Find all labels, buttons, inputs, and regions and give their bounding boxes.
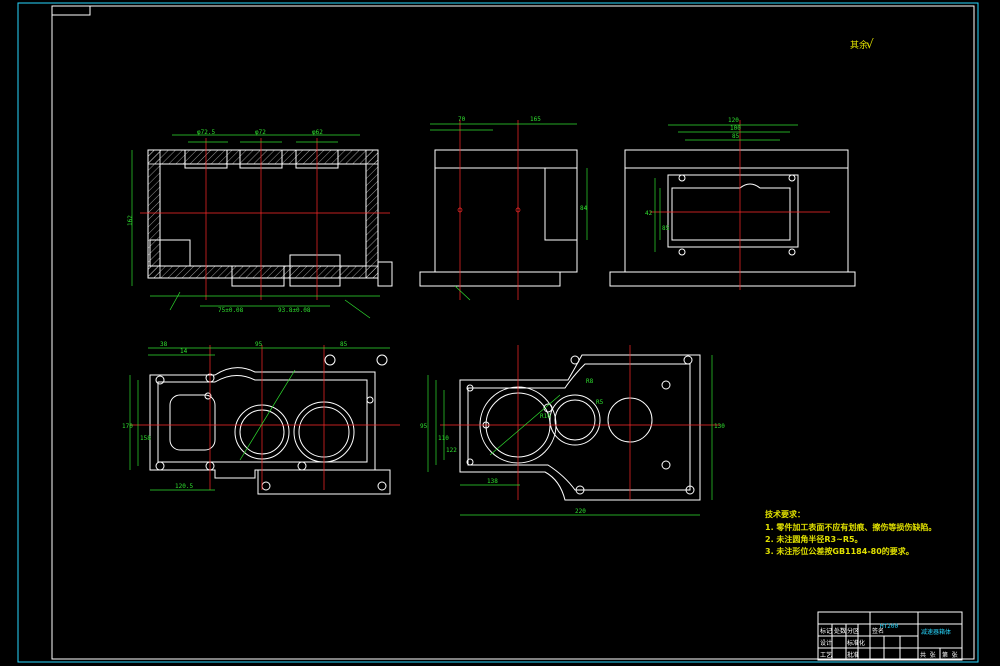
title-block-sheet-label: 第 张 xyxy=(942,651,958,659)
dim-front-bottom-2: 93.8±0.08 xyxy=(278,307,311,314)
front-section-view: φ72.5 φ72 φ62 162 75±0.08 93.8±0.08 xyxy=(127,129,393,319)
title-block-row1-label: 处数 xyxy=(834,627,846,635)
cad-drawing-canvas: 其余 √ φ72.5 φ72 φ62 162 75±0.08 93.8±0.08… xyxy=(17,2,979,663)
tech-req-item-2: 2. 未注圆角半径R3~R5。 xyxy=(765,534,863,544)
tech-req-item-1: 1. 零件加工表面不应有划痕、擦伤等损伤缺陷。 xyxy=(765,522,936,532)
sheet-inner-border xyxy=(51,5,975,660)
callout-r1: R8 xyxy=(586,378,594,385)
plan-view-left: 38 14 95 85 170 158 120.5 xyxy=(122,341,400,495)
dim-plan2-bottom: 138 xyxy=(487,478,498,485)
dim-end-height-2: 85 xyxy=(662,225,670,232)
dim-end-top-2: 100 xyxy=(730,125,741,132)
dim-plan2-height: 130 xyxy=(714,423,725,430)
dim-plan2-width: 220 xyxy=(575,508,586,515)
plan-view-right: 220 130 95 110 122 138 R8 R5 R10 xyxy=(420,345,725,516)
title-block-part-name: 减速器箱体 xyxy=(921,628,951,636)
dim-side-top-2: 165 xyxy=(530,116,541,123)
dim-plan-top-4: 85 xyxy=(340,341,348,348)
dim-front-height: 162 xyxy=(127,215,134,226)
title-block-process-label: 工艺 xyxy=(820,651,832,659)
dim-front-top-2: φ72 xyxy=(255,129,266,136)
title-block-standard-label: 标准化 xyxy=(847,639,865,647)
dim-plan-left-2: 158 xyxy=(140,435,151,442)
dim-front-top-3: φ62 xyxy=(312,129,323,136)
tech-req-item-3: 3. 未注形位公差按GB1184-80的要求。 xyxy=(765,546,914,556)
roughness-symbol-icon: √ xyxy=(866,37,874,51)
title-block-row1-label: 签名 xyxy=(872,627,884,635)
title-block-sheets-label: 共 张 xyxy=(920,651,936,659)
dim-end-top-1: 120 xyxy=(728,117,739,124)
title-block-design-label: 设计 xyxy=(820,639,832,647)
dim-end-height-1: 42 xyxy=(645,210,653,217)
dim-end-top-3: 85 xyxy=(732,133,740,140)
title-block: HT200 减速器箱体 标记 处数 分区 签名 设计 标准化 工艺 批准 共 张… xyxy=(817,611,963,661)
callout-r3: R10 xyxy=(540,413,551,420)
dim-plan-bottom-1: 120.5 xyxy=(175,483,193,490)
drawing-number-box xyxy=(51,5,91,16)
roughness-note: 其余 √ xyxy=(850,37,874,51)
dim-side-height: 84 xyxy=(580,205,588,212)
technical-requirements: 技术要求： 1. 零件加工表面不应有划痕、擦伤等损伤缺陷。 2. 未注圆角半径R… xyxy=(765,509,936,556)
dim-plan2-left-3: 122 xyxy=(446,447,457,454)
dim-plan-top-3: 95 xyxy=(255,341,263,348)
dim-front-top-1: φ72.5 xyxy=(197,129,215,136)
dim-front-bottom-1: 75±0.08 xyxy=(218,307,244,314)
side-view: 70 165 84 xyxy=(419,116,588,301)
end-view: 120 100 85 42 85 xyxy=(609,117,856,290)
dim-plan2-left-2: 110 xyxy=(438,435,449,442)
tech-req-title: 技术要求： xyxy=(765,509,805,519)
title-block-row1-label: 标记 xyxy=(820,627,832,635)
sheet-outer-border xyxy=(17,2,979,663)
title-block-row1-label: 分区 xyxy=(847,627,859,635)
dim-plan-left-1: 170 xyxy=(122,423,133,430)
title-block-approve-label: 批准 xyxy=(847,651,859,659)
dim-plan-top-1: 38 xyxy=(160,341,168,348)
callout-r2: R5 xyxy=(596,399,604,406)
dim-plan-top-2: 14 xyxy=(180,348,188,355)
dim-plan2-left-1: 95 xyxy=(420,423,428,430)
dim-side-top-1: 70 xyxy=(458,116,466,123)
